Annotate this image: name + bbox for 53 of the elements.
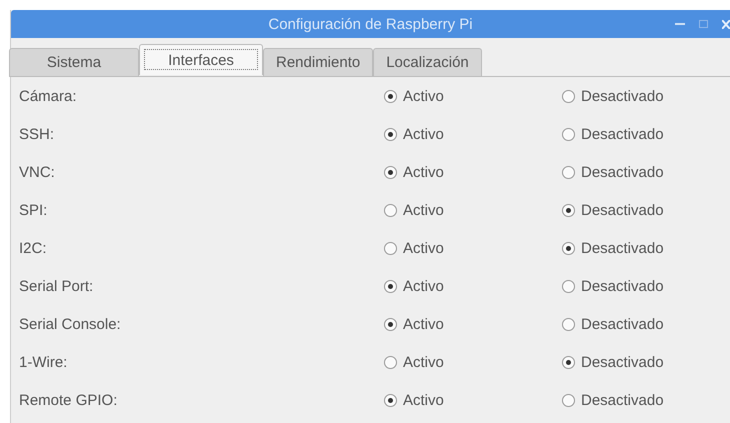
setting-label: SPI: (19, 202, 48, 218)
radio-option[interactable]: Desactivado (562, 392, 730, 408)
radio-option[interactable]: Activo (384, 164, 562, 180)
radio-option[interactable]: Desactivado (562, 240, 730, 256)
radio-icon[interactable] (562, 242, 575, 254)
close-icon[interactable] (722, 20, 730, 28)
radio-option[interactable]: Activo (384, 354, 562, 370)
radio-option[interactable]: Activo (384, 316, 562, 332)
setting-label: Remote GPIO: (19, 392, 118, 408)
tab[interactable]: Localización (373, 48, 482, 76)
radio-icon[interactable] (562, 356, 575, 368)
radio-icon[interactable] (384, 90, 397, 102)
radio-icon[interactable] (562, 204, 575, 216)
radio-icon[interactable] (562, 166, 575, 178)
radio-icon[interactable] (384, 356, 397, 368)
setting-label: 1-Wire: (19, 354, 68, 370)
setting-label: VNC: (19, 164, 56, 180)
radio-option[interactable]: Desactivado (562, 316, 730, 332)
radio-icon[interactable] (384, 242, 397, 254)
radio-icon[interactable] (562, 394, 575, 406)
radio-option[interactable]: Activo (384, 202, 562, 218)
window-title: Configuración de Raspberry Pi (268, 16, 473, 32)
setting-label: Cámara: (19, 88, 78, 104)
setting-label: I2C: (19, 240, 48, 256)
setting-label: Serial Console: (19, 316, 122, 332)
radio-icon[interactable] (384, 128, 397, 140)
tab[interactable]: Sistema (9, 48, 139, 76)
minimize-icon[interactable] (675, 22, 685, 26)
radio-option[interactable]: Desactivado (562, 278, 730, 294)
radio-option[interactable]: Desactivado (562, 126, 730, 142)
setting-label: Serial Port: (19, 278, 94, 294)
radio-icon[interactable] (562, 90, 575, 102)
radio-option[interactable]: Activo (384, 278, 562, 294)
radio-option[interactable]: Activo (384, 240, 562, 256)
radio-option[interactable]: Desactivado (562, 88, 730, 104)
radio-icon[interactable] (562, 318, 575, 330)
radio-icon[interactable] (384, 318, 397, 330)
radio-option[interactable]: Activo (384, 126, 562, 142)
setting-label: SSH: (19, 126, 56, 142)
radio-icon[interactable] (384, 204, 397, 216)
radio-icon[interactable] (384, 280, 397, 292)
radio-icon[interactable] (384, 394, 397, 406)
radio-option[interactable]: Activo (384, 88, 562, 104)
maximize-icon[interactable] (699, 20, 708, 28)
radio-icon[interactable] (384, 166, 397, 178)
tab[interactable]: Rendimiento (263, 48, 374, 76)
radio-icon[interactable] (562, 128, 575, 140)
radio-option[interactable]: Desactivado (562, 202, 730, 218)
radio-icon[interactable] (562, 280, 575, 292)
radio-option[interactable]: Desactivado (562, 164, 730, 180)
radio-option[interactable]: Desactivado (562, 354, 730, 370)
radio-option[interactable]: Activo (384, 392, 562, 408)
tab[interactable]: Interfaces (139, 44, 263, 75)
